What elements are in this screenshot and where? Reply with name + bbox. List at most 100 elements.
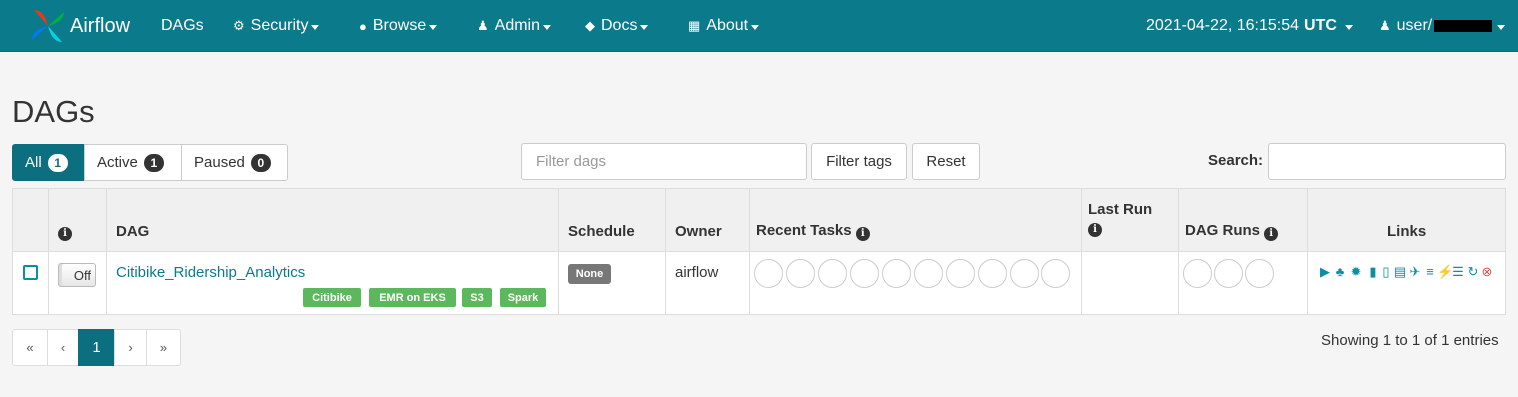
user-name: user/ [1396, 17, 1433, 34]
chevron-down-icon [1497, 24, 1506, 30]
info-icon: i [855, 227, 870, 241]
filter-dags-input[interactable]: Filter dags [521, 143, 807, 180]
recent-task-status-circle[interactable] [914, 259, 943, 288]
recent-task-status-circle[interactable] [1010, 259, 1039, 288]
nav-about-label: About [706, 17, 749, 34]
recent-task-status-circle[interactable] [786, 259, 815, 288]
filter-all-count: 1 [47, 153, 68, 172]
recent-task-status-circle[interactable] [1041, 259, 1070, 288]
dag-tag[interactable]: Spark [500, 288, 546, 307]
filter-paused-count: 0 [250, 153, 271, 172]
filter-active-button[interactable]: Active 1 [84, 144, 182, 181]
search-input[interactable] [1268, 143, 1506, 180]
dag-id-link[interactable]: Citibike_Ridership_Analytics [116, 264, 305, 281]
redaction-bar [1434, 20, 1493, 32]
dag-tag[interactable]: EMR on EKS [369, 288, 456, 307]
duration-chart-icon[interactable]: ▮ [1366, 265, 1380, 279]
header-recent-tasks-label: Recent Tasks [756, 222, 852, 239]
cube-icon: ◆ [585, 18, 595, 33]
filter-paused-button[interactable]: Paused 0 [181, 144, 288, 181]
nav-clock[interactable]: 2021-04-22, 16:15:54 UTC [1146, 0, 1353, 52]
gantt-icon[interactable]: ✈ [1408, 265, 1422, 279]
header-links: Links [1387, 223, 1427, 240]
airflow-logo[interactable]: Airflow [28, 6, 130, 46]
top-navbar: Airflow DAGs ⚙ Security ● Browse ♟ Admin… [0, 0, 1518, 52]
page-prev-button[interactable]: ‹ [47, 329, 79, 366]
recent-task-status-circle[interactable] [818, 259, 847, 288]
header-recent-tasks: Recent Tasks i [756, 222, 870, 241]
nav-security[interactable]: ⚙ Security [233, 0, 320, 52]
nav-admin[interactable]: ♟ Admin [477, 0, 552, 52]
globe-icon: ● [359, 18, 367, 34]
page-first-button[interactable]: « [12, 329, 48, 366]
edit-dag-icon[interactable] [23, 265, 38, 280]
chevron-down-icon [429, 24, 438, 30]
dag-run-status-circle[interactable] [1214, 259, 1243, 288]
nav-browse[interactable]: ● Browse [359, 0, 438, 52]
chevron-down-icon [543, 24, 552, 30]
header-last-run-label: Last Run [1088, 201, 1153, 218]
nav-about[interactable]: ▦ About [688, 0, 760, 52]
dag-run-status-circle[interactable] [1245, 259, 1274, 288]
column-divider [106, 189, 107, 314]
header-info[interactable]: i [58, 222, 72, 241]
header-schedule[interactable]: Schedule [568, 223, 635, 240]
header-dag-runs-label: DAG Runs [1185, 222, 1260, 239]
dag-run-status-circle[interactable] [1183, 259, 1212, 288]
nav-admin-label: Admin [494, 17, 541, 34]
pagination: « ‹ 1 › » [12, 329, 181, 366]
filter-paused-label: Paused [194, 154, 245, 171]
page-current-button[interactable]: 1 [78, 329, 115, 366]
trigger-dag-icon[interactable]: ▶ [1318, 265, 1332, 279]
recent-task-status-circle[interactable] [946, 259, 975, 288]
landing-times-icon[interactable]: ▤ [1393, 265, 1407, 279]
nav-dags[interactable]: DAGs [161, 0, 204, 52]
filter-all-button[interactable]: All 1 [12, 144, 85, 181]
refresh-icon[interactable]: ↻ [1466, 265, 1480, 279]
header-last-run: Last Run i [1088, 201, 1152, 237]
schedule-badge: None [568, 264, 611, 284]
code-view-icon[interactable]: ≡ [1423, 265, 1437, 279]
header-dag-runs: DAG Runs i [1185, 222, 1279, 241]
column-divider [749, 189, 750, 314]
user-icon: ♟ [477, 18, 489, 33]
nav-user[interactable]: ♟ user/ [1379, 0, 1506, 52]
dag-tag[interactable]: S3 [462, 288, 492, 307]
graph-view-icon[interactable]: ✹ [1349, 265, 1363, 279]
column-divider [1178, 189, 1179, 314]
filter-tags-button[interactable]: Filter tags [811, 143, 907, 180]
delete-dag-icon[interactable]: ⊗ [1480, 265, 1494, 279]
airflow-pinwheel-icon [32, 10, 64, 42]
filter-active-label: Active [97, 154, 138, 171]
filter-dags-placeholder: Filter dags [536, 153, 607, 170]
filter-active-count: 1 [143, 153, 164, 172]
info-icon: i [1264, 227, 1279, 241]
details-icon[interactable]: ☰ [1451, 265, 1465, 279]
search-label: Search: [1208, 152, 1264, 169]
dag-tag[interactable]: Citibike [303, 288, 361, 307]
filter-all-label: All [25, 154, 42, 171]
nav-security-label: Security [250, 17, 309, 34]
header-owner[interactable]: Owner [675, 223, 722, 240]
toggle-label: Off [73, 267, 91, 283]
dag-pause-toggle[interactable]: Off [58, 263, 96, 287]
logs-icon[interactable]: ⚡ [1437, 265, 1453, 279]
info-icon: i [1088, 223, 1102, 237]
grid-icon: ▦ [688, 18, 701, 33]
recent-task-status-circle[interactable] [754, 259, 783, 288]
pagination-summary: Showing 1 to 1 of 1 entries [1321, 332, 1499, 349]
page-title: DAGs [12, 94, 95, 129]
header-dag[interactable]: DAG [116, 223, 149, 240]
chevron-down-icon [1344, 24, 1353, 30]
reset-button[interactable]: Reset [912, 143, 980, 180]
nav-docs[interactable]: ◆ Docs [585, 0, 649, 52]
tree-view-icon[interactable]: ♣ [1333, 265, 1347, 279]
recent-task-status-circle[interactable] [882, 259, 911, 288]
page-next-button[interactable]: › [114, 329, 147, 366]
recent-task-status-circle[interactable] [978, 259, 1007, 288]
nav-dags-label: DAGs [161, 17, 204, 34]
task-tries-icon[interactable]: ▯ [1379, 265, 1393, 279]
recent-task-status-circle[interactable] [850, 259, 879, 288]
page-last-button[interactable]: » [146, 329, 181, 366]
column-divider [665, 189, 666, 314]
